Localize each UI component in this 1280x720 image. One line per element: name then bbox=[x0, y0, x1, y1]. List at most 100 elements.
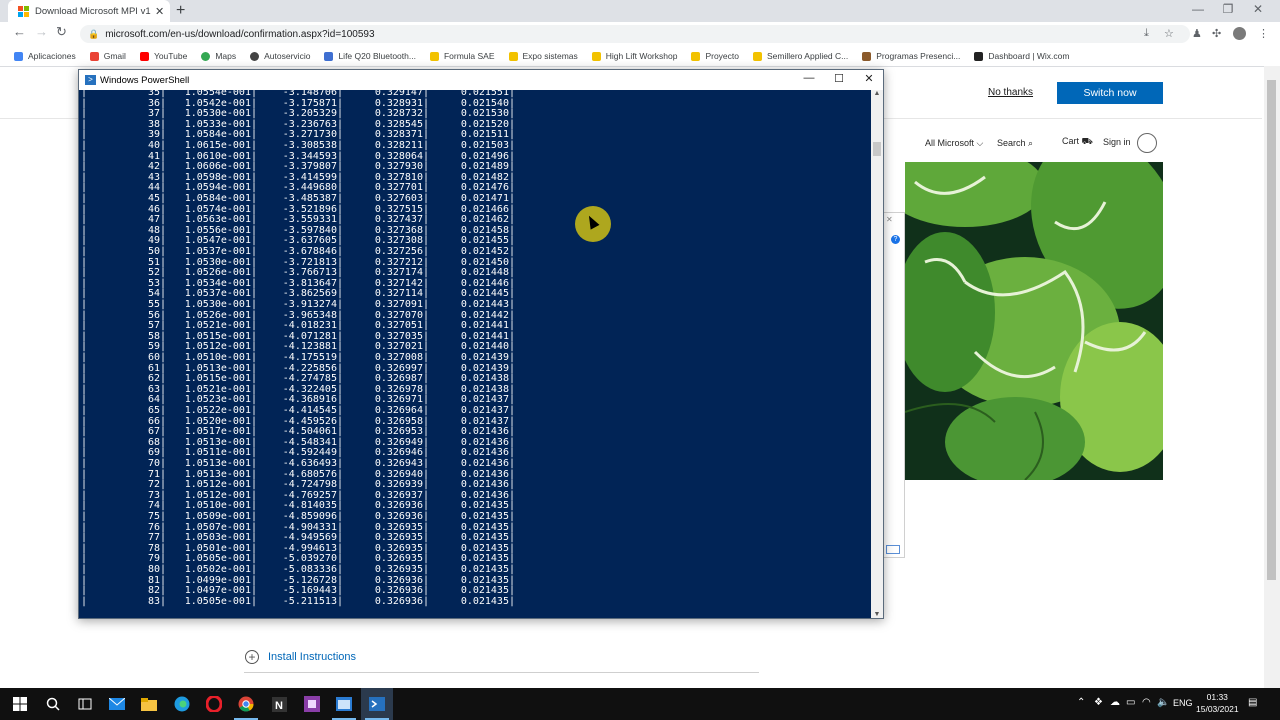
bookmark-formula-sae[interactable]: Formula SAE bbox=[429, 51, 495, 61]
powershell-window[interactable]: > Windows PowerShell — ☐ ✕ | 35| 1.0554e-0… bbox=[78, 69, 884, 619]
console-output[interactable]: | 35| 1.0554e-001| -3.148706| 0.329147| 0.021… bbox=[81, 90, 869, 618]
console-separator: | bbox=[81, 352, 88, 363]
search-icon[interactable] bbox=[37, 688, 69, 720]
bookmark-expo-sistemas[interactable]: Expo sistemas bbox=[508, 51, 578, 61]
console-row: | 50| 1.0537e-001| -3.678846| 0.327256| 0.021… bbox=[81, 246, 581, 258]
help-icon[interactable]: ? bbox=[891, 235, 900, 244]
notion-icon[interactable]: N bbox=[263, 688, 295, 720]
bookmark-star-icon[interactable]: ☆ bbox=[1164, 27, 1174, 40]
page-scrollbar[interactable] bbox=[1264, 66, 1280, 688]
show-hidden-icons-icon[interactable]: ⌃ bbox=[1077, 697, 1085, 708]
ps-minimize-icon[interactable]: — bbox=[794, 72, 824, 84]
bookmark-apps[interactable]: Aplicaciones bbox=[14, 51, 76, 61]
console-cell: 0.328211| bbox=[374, 140, 429, 151]
back-icon[interactable]: ← bbox=[13, 24, 26, 39]
close-tab-icon[interactable]: ✕ bbox=[155, 5, 164, 18]
install-instructions-label: Install Instructions bbox=[268, 651, 357, 663]
console-cell: 0.326936| bbox=[374, 595, 429, 607]
system-clock[interactable]: 01:33 15/03/2021 bbox=[1196, 691, 1239, 715]
bookmark-maps[interactable]: Maps bbox=[201, 51, 236, 61]
start-button[interactable] bbox=[4, 688, 36, 720]
new-tab-button[interactable]: + bbox=[176, 2, 185, 20]
bookmark-gmail[interactable]: Gmail bbox=[89, 51, 126, 61]
search-link[interactable]: Search ⌕ bbox=[997, 138, 1033, 149]
browser-tab-strip: Download Microsoft MPI v10.1.2 ✕ + — ❐ ✕ bbox=[0, 0, 1280, 22]
close-window-icon[interactable]: ✕ bbox=[1243, 2, 1273, 16]
mail-icon[interactable] bbox=[101, 688, 133, 720]
console-separator: | bbox=[81, 564, 88, 575]
menu-kebab-icon[interactable]: ⋮ bbox=[1258, 27, 1269, 40]
forward-icon[interactable]: → bbox=[35, 24, 48, 39]
console-separator: | bbox=[81, 595, 88, 607]
console-cell: 70| bbox=[147, 458, 166, 469]
bookmark-youtube[interactable]: YouTube bbox=[139, 51, 187, 61]
notification-center-icon[interactable]: ▤ bbox=[1248, 697, 1257, 708]
console-cell: 0.327603| bbox=[374, 193, 429, 204]
console-cell: 0.327256| bbox=[374, 246, 429, 257]
powershell-taskbar-icon[interactable] bbox=[361, 688, 393, 720]
tab-title: Download Microsoft MPI v10.1.2 bbox=[35, 5, 151, 17]
dropbox-icon[interactable]: ❖ bbox=[1094, 697, 1103, 708]
close-icon[interactable]: ✕ bbox=[886, 215, 893, 224]
browser-tab[interactable]: Download Microsoft MPI v10.1.2 ✕ bbox=[8, 0, 170, 22]
sign-in-link[interactable]: Sign in bbox=[1103, 137, 1131, 147]
scroll-down-icon[interactable]: ▼ bbox=[871, 611, 883, 618]
edge-icon[interactable] bbox=[166, 688, 198, 720]
command-prompt-icon[interactable] bbox=[328, 688, 360, 720]
console-cell: 0.326935| bbox=[374, 564, 429, 575]
page-scrollbar-thumb[interactable] bbox=[1267, 80, 1276, 580]
chrome-icon[interactable] bbox=[230, 688, 262, 720]
battery-icon[interactable]: ▭ bbox=[1126, 697, 1135, 708]
file-explorer-icon[interactable] bbox=[133, 688, 165, 720]
bookmark-proyecto[interactable]: Proyecto bbox=[691, 51, 739, 61]
extension-icon[interactable]: ♟ bbox=[1192, 27, 1202, 40]
account-icon[interactable] bbox=[1137, 133, 1157, 153]
visual-studio-icon[interactable] bbox=[296, 688, 328, 720]
console-cell: 80| bbox=[147, 564, 166, 575]
opera-icon[interactable] bbox=[198, 688, 230, 720]
bookmark-autoservicio[interactable]: Autoservicio bbox=[250, 51, 310, 61]
puzzle-extensions-icon[interactable]: ✣ bbox=[1212, 27, 1221, 40]
bookmark-life-q20[interactable]: Life Q20 Bluetooth... bbox=[324, 51, 416, 61]
bookmark-programas[interactable]: Programas Presenci... bbox=[862, 51, 960, 61]
profile-avatar[interactable] bbox=[1233, 27, 1246, 40]
console-cell: 0.021443| bbox=[460, 299, 515, 310]
feedback-icon[interactable] bbox=[886, 545, 900, 554]
console-cell: 0.021435| bbox=[460, 564, 515, 575]
bookmark-high-lift-workshop[interactable]: High Lift Workshop bbox=[591, 51, 677, 61]
console-scrollbar-thumb[interactable] bbox=[873, 142, 881, 156]
console-cell: -5.211513| bbox=[282, 595, 343, 607]
restore-window-icon[interactable]: ❐ bbox=[1213, 2, 1243, 16]
scroll-up-icon[interactable]: ▲ bbox=[871, 90, 883, 97]
language-indicator[interactable]: ENG bbox=[1173, 698, 1193, 708]
bookmarks-bar: Aplicaciones Gmail YouTube Maps Autoserv… bbox=[0, 46, 1280, 67]
cart-link[interactable]: Cart ⛟ bbox=[1062, 136, 1093, 148]
bookmark-semillero[interactable]: Semillero Applied C... bbox=[752, 51, 848, 61]
windows-taskbar: N ⌃ ❖ ☁ ▭ ◠ 🔈 ENG 01:33 15/03/2021 ▤ bbox=[0, 688, 1280, 720]
install-instructions-expander[interactable]: + Install Instructions bbox=[245, 650, 356, 664]
network-tray-icon[interactable]: ☁ bbox=[1110, 697, 1120, 708]
bookmark-wix-dashboard[interactable]: Dashboard | Wix.com bbox=[974, 51, 1069, 61]
powershell-title-bar[interactable]: > Windows PowerShell — ☐ ✕ bbox=[79, 70, 883, 90]
plus-circle-icon: + bbox=[245, 650, 259, 664]
ps-close-icon[interactable]: ✕ bbox=[854, 72, 884, 85]
volume-icon[interactable]: 🔈 bbox=[1157, 697, 1169, 708]
console-separator: | bbox=[81, 299, 88, 310]
console-cell: 0.326943| bbox=[374, 458, 429, 469]
console-separator: | bbox=[81, 140, 88, 151]
console-scrollbar[interactable]: ▲ ▼ bbox=[871, 90, 883, 618]
reload-icon[interactable]: ↻ bbox=[56, 24, 67, 40]
folder-icon bbox=[429, 51, 439, 61]
bookmark-label: Gmail bbox=[103, 51, 126, 61]
no-thanks-link[interactable]: No thanks bbox=[988, 87, 1033, 98]
task-view-icon[interactable] bbox=[69, 688, 101, 720]
bookmark-label: Life Q20 Bluetooth... bbox=[338, 51, 416, 61]
address-bar[interactable]: 🔒 microsoft.com/en-us/download/confirmat… bbox=[80, 25, 1190, 43]
download-icon[interactable]: ⤓ bbox=[1144, 27, 1149, 40]
wifi-icon[interactable]: ◠ bbox=[1142, 697, 1151, 708]
ps-maximize-icon[interactable]: ☐ bbox=[824, 72, 854, 85]
all-microsoft-menu[interactable]: All Microsoft ⌵ bbox=[925, 138, 983, 149]
powershell-icon: > bbox=[85, 75, 96, 85]
minimize-window-icon[interactable]: — bbox=[1183, 2, 1213, 16]
switch-now-button[interactable]: Switch now bbox=[1057, 82, 1163, 104]
